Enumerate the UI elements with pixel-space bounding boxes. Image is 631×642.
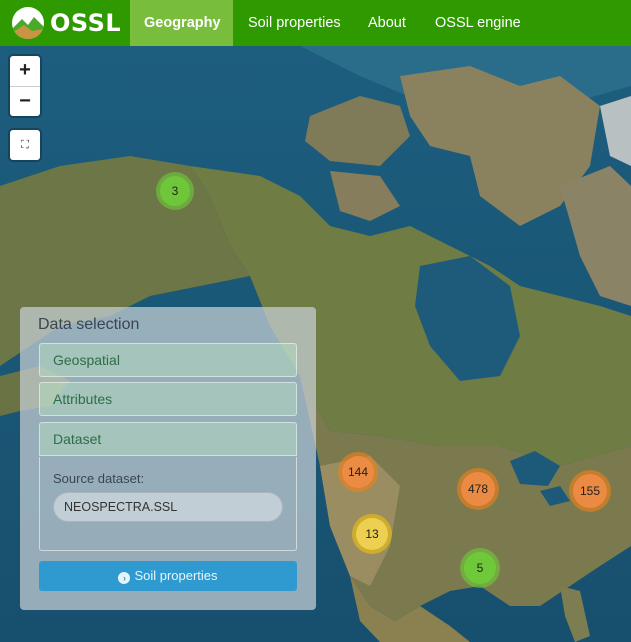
zoom-in-button[interactable]: + [10, 56, 40, 87]
accordion-attributes[interactable]: Attributes [39, 382, 297, 416]
cluster-count: 5 [464, 552, 496, 584]
cluster-count: 144 [342, 456, 374, 488]
brand[interactable]: OSSL [12, 6, 121, 40]
nav-ossl-engine[interactable]: OSSL engine [421, 0, 535, 46]
nav-geography[interactable]: Geography [130, 0, 233, 46]
button-label: Soil properties [134, 568, 218, 583]
cluster-count: 478 [461, 472, 495, 506]
cluster-marker[interactable]: 5 [460, 548, 500, 588]
cluster-marker[interactable]: 155 [569, 470, 611, 512]
fullscreen-icon: ⛶ [21, 139, 29, 151]
zoom-out-button[interactable]: − [10, 87, 40, 117]
cluster-count: 3 [160, 176, 190, 206]
fullscreen-button[interactable]: ⛶ [10, 130, 40, 160]
cluster-marker[interactable]: 3 [156, 172, 194, 210]
brand-name: OSSL [50, 9, 122, 37]
cluster-marker[interactable]: 144 [338, 452, 378, 492]
panel-title: Data selection [38, 316, 140, 333]
accordion-dataset[interactable]: Dataset [39, 422, 297, 456]
accordion-label: Geospatial [53, 352, 120, 368]
arrow-circle-right-icon: › [118, 572, 131, 584]
accordion-label: Attributes [53, 391, 113, 407]
source-dataset-select[interactable]: NEOSPECTRA.SSL [53, 492, 283, 522]
nav-about[interactable]: About [354, 0, 420, 46]
top-navbar: OSSL Geography Soil properties About OSS… [0, 0, 631, 46]
soil-properties-button[interactable]: › Soil properties [39, 561, 297, 591]
data-selection-panel: Data selection Geospatial Attributes Dat… [20, 307, 316, 610]
zoom-control: + − [10, 56, 40, 116]
accordion-label: Dataset [53, 431, 102, 447]
nav-soil-properties[interactable]: Soil properties [234, 0, 355, 46]
cluster-count: 13 [356, 518, 388, 550]
ossl-logo-icon [12, 7, 44, 39]
dataset-section-body: Source dataset: NEOSPECTRA.SSL [39, 457, 297, 551]
cluster-count: 155 [573, 474, 607, 508]
cluster-marker[interactable]: 478 [457, 468, 499, 510]
accordion-geospatial[interactable]: Geospatial [39, 343, 297, 377]
source-dataset-label: Source dataset: [53, 471, 145, 486]
cluster-marker[interactable]: 13 [352, 514, 392, 554]
